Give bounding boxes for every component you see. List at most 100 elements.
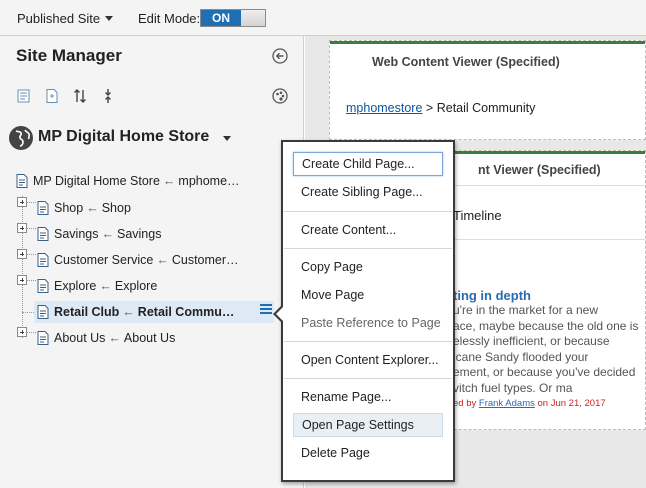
page-icon	[37, 227, 49, 241]
menu-item-open-content-explorer[interactable]: Open Content Explorer...	[293, 348, 443, 372]
menu-item-create-content[interactable]: Create Content...	[293, 218, 443, 242]
breadcrumb-link-home[interactable]: mphomestore	[346, 101, 422, 115]
tree-item-target: About Us	[123, 331, 176, 345]
breadcrumb-separator: >	[425, 101, 434, 115]
site-manager-title: Site Manager	[16, 46, 122, 65]
tree-item-about-us[interactable]: About Us ← About Us	[37, 327, 175, 349]
tree-item-label: MP Digital Home Store	[33, 174, 160, 188]
tree-item-target: Customer…	[171, 253, 239, 267]
page-list-icon[interactable]	[16, 88, 32, 104]
menu-item-open-page-settings[interactable]: Open Page Settings	[293, 413, 443, 437]
hamburger-menu-icon[interactable]	[258, 302, 274, 316]
expand-about-us-icon[interactable]	[17, 327, 27, 337]
tree-connector-line	[22, 312, 34, 313]
article-line: vitch fuel types. Or ma	[453, 380, 573, 395]
new-page-icon[interactable]	[44, 88, 60, 104]
menu-separator	[284, 211, 452, 212]
portlet-header-bar	[330, 41, 645, 44]
tree-item-customer-service[interactable]: Customer Service ← Customer…	[37, 249, 239, 271]
arrow-left-icon: ←	[101, 227, 114, 241]
arrow-left-icon: ←	[99, 279, 112, 293]
tree-item-savings[interactable]: Savings ← Savings	[37, 223, 161, 245]
article-title[interactable]: ting in depth	[453, 288, 531, 303]
article-line: ace, maybe because the old one is	[453, 318, 639, 333]
tree-item-label: Customer Service	[54, 253, 154, 267]
tree-item-target: Shop	[101, 201, 131, 215]
tree-connector-line	[27, 254, 36, 255]
tree-item-label: Explore	[54, 279, 97, 293]
chevron-down-icon	[105, 16, 114, 21]
timeline-heading: Timeline	[453, 208, 502, 223]
menu-separator	[284, 248, 452, 249]
tree-connector-line	[27, 280, 36, 281]
byline-date: on Jun 21, 2017	[537, 398, 606, 409]
arrow-left-icon: ←	[86, 201, 99, 215]
page-icon	[37, 279, 49, 293]
tree-connector-line	[27, 228, 36, 229]
tree-item-root[interactable]: MP Digital Home Store ← mphome…	[16, 170, 240, 192]
menu-item-copy-page[interactable]: Copy Page	[293, 255, 443, 279]
published-site-dropdown[interactable]: Published Site	[17, 11, 114, 26]
settings-palette-icon[interactable]	[272, 88, 288, 104]
menu-pointer-inner	[276, 307, 283, 321]
article-excerpt: u're in the market for a new ace, maybe …	[453, 303, 641, 396]
site-name-title[interactable]: MP Digital Home Store	[38, 128, 209, 146]
tree-item-label: Shop	[54, 201, 84, 215]
author-link[interactable]: Frank Adams	[479, 398, 535, 409]
article-line: elessly inefficient, or because	[453, 334, 610, 348]
top-toolbar: Published Site Edit Mode: ON	[0, 0, 646, 36]
article-byline: ed by Frank Adams on Jun 21, 2017	[453, 398, 606, 409]
menu-item-create-sibling-page[interactable]: Create Sibling Page...	[293, 180, 443, 204]
tree-item-target: mphome…	[178, 174, 240, 188]
menu-separator	[284, 341, 452, 342]
globe-icon	[9, 126, 33, 150]
toggle-on-label: ON	[201, 10, 241, 26]
menu-item-create-child-page[interactable]: Create Child Page...	[293, 152, 443, 176]
tree-connector-line	[27, 332, 36, 333]
breadcrumb-current: Retail Community	[436, 101, 536, 115]
page-icon	[37, 253, 49, 267]
tree-item-explore[interactable]: Explore ← Explore	[37, 275, 157, 297]
edit-mode-toggle[interactable]: ON	[200, 9, 266, 27]
move-up-down-icon[interactable]	[72, 88, 88, 104]
collapse-panel-icon[interactable]	[272, 48, 288, 64]
page-icon	[37, 331, 49, 345]
tree-item-retail-club[interactable]: Retail Club ← Retail Commu…	[34, 301, 274, 323]
expand-explore-icon[interactable]	[17, 275, 27, 285]
tree-connector-line	[27, 202, 36, 203]
tree-item-label: Retail Club	[54, 305, 120, 319]
tree-item-label: Savings	[54, 227, 99, 241]
menu-item-delete-page[interactable]: Delete Page	[293, 441, 443, 465]
menu-item-paste-reference[interactable]: Paste Reference to Page	[293, 311, 443, 335]
menu-item-rename-page[interactable]: Rename Page...	[293, 385, 443, 409]
page-icon	[37, 305, 49, 319]
arrow-left-icon: ←	[156, 253, 169, 267]
edit-mode-label: Edit Mode:	[138, 11, 201, 26]
article-line: icane Sandy flooded your	[453, 349, 589, 364]
tree-item-target: Retail Commu…	[137, 305, 235, 319]
move-in-out-icon[interactable]	[100, 88, 116, 104]
web-content-viewer-portlet: Web Content Viewer (Specified) mphomesto…	[329, 40, 646, 140]
page-context-menu: Create Child Page... Create Sibling Page…	[281, 140, 455, 482]
tree-connector-line	[22, 196, 23, 338]
article-line: ement, or because you've decided	[453, 365, 636, 379]
expand-savings-icon[interactable]	[17, 223, 27, 233]
arrow-left-icon: ←	[108, 331, 121, 345]
menu-separator	[284, 378, 452, 379]
published-site-label: Published Site	[17, 11, 101, 26]
breadcrumb: mphomestore > Retail Community	[346, 101, 535, 115]
chevron-down-icon[interactable]	[223, 136, 231, 141]
article-line: u're in the market for a new	[453, 303, 599, 317]
expand-customer-service-icon[interactable]	[17, 249, 27, 259]
site-manager-panel: Site Manager MP Digital Home Store MP Di…	[0, 36, 304, 488]
arrow-left-icon: ←	[122, 305, 135, 319]
menu-item-move-page[interactable]: Move Page	[293, 283, 443, 307]
expand-shop-icon[interactable]	[17, 197, 27, 207]
page-icon	[37, 201, 49, 215]
tree-item-shop[interactable]: Shop ← Shop	[37, 197, 131, 219]
tree-item-target: Explore	[114, 279, 158, 293]
portlet-title: nt Viewer (Specified)	[478, 163, 601, 177]
tree-item-label: About Us	[54, 331, 106, 345]
arrow-left-icon: ←	[162, 174, 176, 188]
byline-prefix: ed by	[453, 398, 477, 409]
